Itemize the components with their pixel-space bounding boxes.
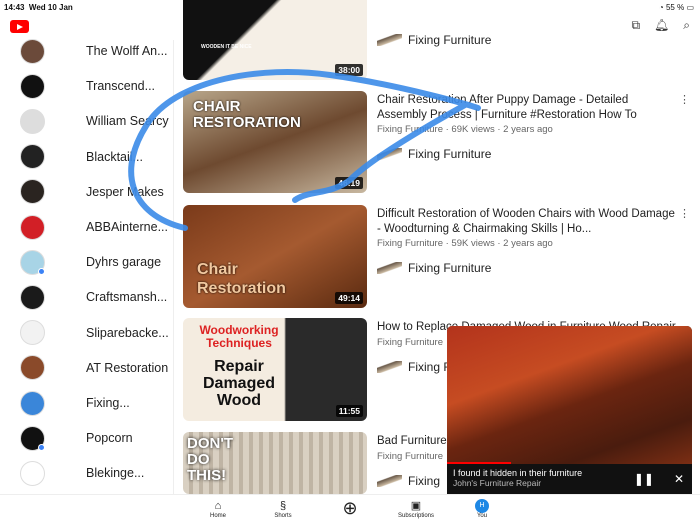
sidebar-channel[interactable]: Transcend... [20,73,170,99]
sidebar-channel[interactable]: AT Restoration [20,355,170,381]
sidebar-channel[interactable]: Sliparebacke... [20,320,170,346]
home-icon: ⌂ [214,500,222,512]
channel-avatar [20,214,45,240]
channel-name: Popcorn [86,431,133,446]
channel-name: The Wolff An... [86,44,168,58]
mini-player-video[interactable] [447,326,692,464]
video-thumbnail[interactable]: Woodworking Techniques Repair Damaged Woo… [183,318,367,421]
video-duration: 11:55 [335,405,363,417]
sidebar-channel[interactable]: Blacktail... [20,144,170,170]
mini-player[interactable]: I found it hidden in their furniture Joh… [447,326,692,494]
channel-name: Craftsmansh... [86,290,168,305]
thumbnail-text: Woodworking Techniques [199,323,279,350]
subscriptions-icon: ▣ [410,500,422,512]
channel-avatar [20,390,45,416]
channel-label: Fixing Furniture [408,33,492,47]
channel-avatar [20,249,45,275]
video-thumbnail[interactable]: WOODEN IT BE NICE 38:00 [183,0,367,80]
channel-avatar [20,460,45,486]
channel-name: Dyhrs garage [86,255,162,270]
video-meta: Fixing Furniture · 59K views · 2 years a… [377,238,553,249]
channel-name: William Searcy [86,114,169,129]
channel-label: Fixing Furniture [408,147,492,161]
channel-avatar [20,108,45,134]
nav-shorts[interactable]: § Shorts [253,499,313,519]
thumbnail-text: CHAIR RESTORATION [193,98,301,131]
thumbnail-text: WOODEN IT BE NICE [201,44,252,50]
video-thumbnail[interactable]: Chair Restoration 49:14 [183,205,367,308]
shorts-icon: § [279,500,287,512]
channel-avatar [20,355,45,381]
sidebar-channel[interactable]: The Wolff An... [20,38,170,64]
sidebar-channel[interactable]: William Searcy [20,108,170,134]
channel-avatar [20,73,45,99]
video-info[interactable]: Chair Restoration After Puppy Damage - D… [377,93,690,161]
video-title[interactable]: Chair Restoration After Puppy Damage - D… [377,93,677,122]
channel-name: Sliparebacke... [86,325,169,340]
channel-avatar [20,38,45,64]
channel-label: Fixing [408,473,441,488]
channel-avatar [20,425,45,451]
sidebar-channel[interactable]: Dyhrs garage [20,249,170,275]
sidebar-channel[interactable]: ABBAinterne... [20,214,170,240]
channel-avatar [20,284,45,310]
sidebar-channel[interactable]: Fixing... [20,390,170,416]
video-thumbnail[interactable]: DON'T DO THIS! [183,432,367,494]
channel-name: Blacktail... [86,149,143,164]
new-content-dot [38,267,45,275]
video-duration: 38:00 [335,64,363,76]
channel-name: Transcend... [86,79,156,94]
channel-icon [377,262,402,274]
video-duration: 46:19 [335,177,363,189]
channel-name: Fixing... [86,396,130,410]
channel-icon [377,474,402,487]
video-channel[interactable]: Fixing Furniture [377,261,677,275]
close-icon[interactable]: ✕ [674,472,684,486]
thumbnail-text: DON'T DO THIS! [187,435,234,484]
plus-icon: ⊕ [342,498,358,518]
video-meta: Fixing Furniture · 69K views · 2 years a… [377,124,553,135]
create-button[interactable]: ⊕ [320,497,380,519]
channel-name: Jesper Makes [86,184,164,199]
thumbnail-text: Chair Restoration [197,261,286,297]
search-icon[interactable]: ⌕ [683,18,690,33]
sidebar-channel[interactable]: Jesper Makes [20,179,170,205]
sidebar-channel[interactable]: Popcorn [20,425,170,451]
youtube-logo[interactable] [10,20,29,33]
nav-you[interactable]: H You [452,499,512,519]
video-thumbnail[interactable]: CHAIR RESTORATION 46:19 [183,91,367,193]
video-duration: 49:14 [335,292,363,304]
channel-avatar [20,320,45,346]
video-info[interactable]: Fixing Furniture [377,33,677,47]
pause-icon[interactable]: ❚❚ [634,472,654,486]
thumbnail-text: Repair Damaged Wood [202,358,276,409]
cast-icon[interactable]: ⧉ [631,18,640,33]
more-options-icon[interactable]: ⋮ [679,207,690,220]
channel-label: Fixing Furniture [408,261,492,275]
video-title[interactable]: Difficult Restoration of Wooden Chairs w… [377,207,677,236]
bell-icon[interactable]: 🔔︎ [654,18,669,33]
channel-name: AT Restoration [86,360,169,375]
battery-status: ◔ 55 % ▭ [658,3,694,12]
video-channel[interactable]: Fixing Furniture [377,147,677,161]
divider [173,40,174,494]
avatar: H [475,499,489,513]
nav-home[interactable]: ⌂ Home [188,499,248,519]
more-options-icon[interactable]: ⋮ [679,93,690,106]
channel-avatar [20,144,45,170]
sidebar-channel[interactable]: Blekinge... [20,460,170,486]
sidebar-channel[interactable]: Craftsmansh... [20,284,170,310]
channel-avatar [20,179,45,205]
nav-subscriptions[interactable]: ▣ Subscriptions [386,499,446,519]
new-content-dot [38,443,45,451]
status-time: 14:43 Wed 10 Jan [4,3,73,12]
channel-icon [377,148,402,160]
channel-icon [377,34,402,46]
channel-name: Blekinge... [86,466,145,481]
video-info[interactable]: Difficult Restoration of Wooden Chairs w… [377,207,690,275]
bottom-nav: ⌂ Home § Shorts ⊕ ▣ Subscriptions H You [0,494,700,525]
channel-icon [377,360,402,373]
video-channel[interactable]: Fixing Furniture [377,33,677,47]
channel-name: ABBAinterne... [86,220,168,234]
